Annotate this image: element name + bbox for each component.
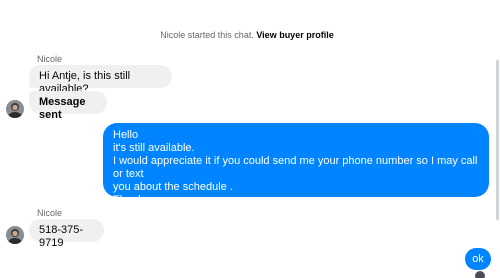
read-receipt-avatar-icon [475,271,485,278]
chat-start-text: Nicole started this chat. [160,30,254,40]
scrollbar[interactable] [494,0,500,278]
incoming-message-bubble[interactable]: 518-375-9719 [29,219,104,249]
chat-start-notice: Nicole started this chat. View buyer pro… [0,30,494,40]
message-text: Message sent [39,96,86,121]
outgoing-message-bubble[interactable]: Hello it's still available. I would appr… [103,123,489,206]
sender-name: Nicole [37,54,63,64]
message-line: you about the schedule . [113,181,233,193]
message-line: Thank you [113,194,165,206]
incoming-message-bubble[interactable]: Hi Antje, is this still available? [29,65,172,95]
sender-avatar[interactable] [6,226,24,244]
incoming-message-bubble[interactable]: Message sent [29,91,107,121]
message-text: ok [472,253,484,265]
message-line: Hello [113,129,139,141]
outgoing-message-bubble[interactable]: ok [465,248,491,270]
avatar-photo-icon [6,226,24,244]
avatar-photo-icon [6,100,24,118]
message-line: it's still available. [113,142,195,154]
scrollbar-thumb[interactable] [496,60,499,220]
message-line: I would appreciate it if you could send … [113,155,478,180]
chat-thread: Nicole started this chat. View buyer pro… [0,0,500,278]
sender-avatar[interactable] [6,100,24,118]
sender-name: Nicole [37,208,63,218]
message-text: 518-375-9719 [39,224,84,249]
view-buyer-profile-link[interactable]: View buyer profile [256,30,333,40]
